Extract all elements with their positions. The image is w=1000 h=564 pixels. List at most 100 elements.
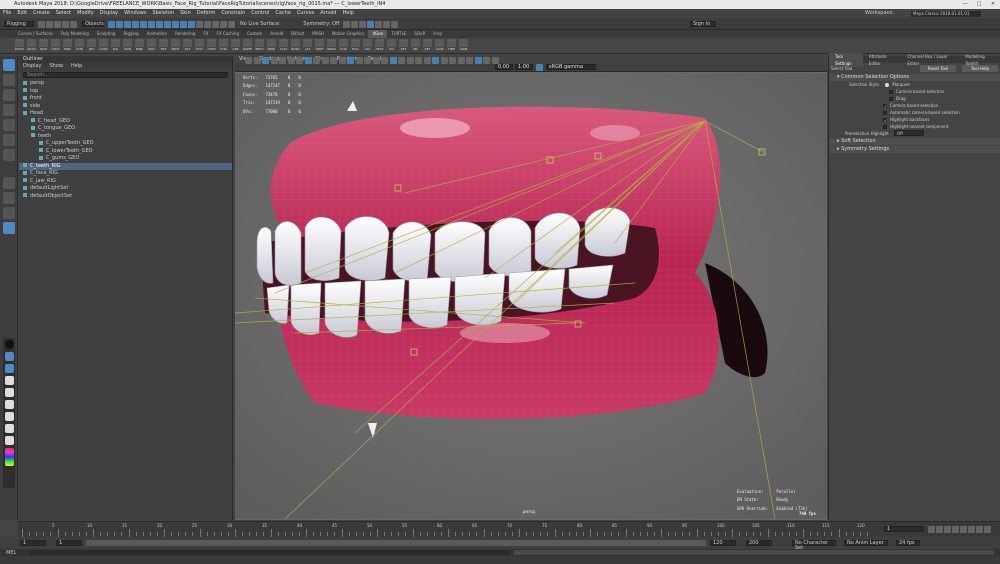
menu-control[interactable]: Control [251, 9, 269, 18]
history-icon[interactable] [343, 20, 351, 28]
viewport-toolbar-icon[interactable] [245, 57, 252, 64]
snap-surface-icon[interactable] [228, 20, 235, 28]
viewport-toolbar-icon[interactable] [262, 57, 269, 64]
anim-layer-select[interactable]: No Anim Layer [844, 540, 888, 546]
current-frame-field[interactable]: 1 [884, 526, 924, 532]
mask-curves-icon[interactable] [148, 20, 155, 28]
step-forward-frame-icon[interactable] [968, 526, 975, 533]
outliner-menu-show[interactable]: Show [49, 63, 63, 70]
viewport-toolbar-icon[interactable] [355, 57, 363, 64]
outliner-item[interactable]: C_tongue_GEO [19, 125, 232, 133]
menu-windows[interactable]: Windows [124, 9, 146, 18]
menu-cache[interactable]: Cache [275, 9, 291, 18]
paint-select-tool-icon[interactable] [2, 89, 15, 101]
four-view-icon[interactable] [2, 192, 15, 204]
marquee-radio[interactable] [885, 83, 890, 87]
viewport-toolbar-icon[interactable] [296, 57, 303, 64]
maximize-button[interactable]: □ [972, 0, 986, 9]
go-to-start-icon[interactable] [928, 526, 935, 533]
light-editor-icon[interactable] [391, 20, 399, 28]
workspace-select[interactable]: Maya Classic 2018.01.01.01 [911, 10, 981, 17]
viewport-scene[interactable]: persp [235, 73, 827, 519]
outliner-item[interactable]: C_gums_GEO [19, 155, 232, 163]
visibility-eye-icon[interactable] [4, 352, 14, 361]
step-forward-key-icon[interactable] [976, 526, 983, 533]
range-slider[interactable] [86, 540, 706, 546]
comb-icon[interactable] [4, 400, 14, 409]
shelf-button-zero[interactable]: ZERO [254, 38, 265, 52]
outliner-item[interactable]: defaultLightSet [19, 185, 232, 193]
character-set-select[interactable]: No Character Set [792, 540, 836, 551]
menu-file[interactable]: File [3, 9, 11, 18]
menuset-select[interactable]: Rigging [4, 21, 34, 27]
symmetry-settings-section[interactable]: ▸ Symmetry Settings [829, 146, 1000, 153]
viewport-toolbar-icon[interactable] [406, 57, 414, 64]
mask-rendering-icon[interactable] [180, 20, 187, 28]
shelf-tab-soup[interactable]: SOuP [410, 30, 429, 38]
shelf-button-grp[interactable]: GRP [230, 38, 241, 52]
viewport-toolbar-icon[interactable] [466, 57, 473, 64]
shelf-tab-poly-modeling[interactable]: Poly Modeling [57, 30, 93, 38]
outliner-menu-display[interactable]: Display [23, 63, 41, 70]
minimize-button[interactable]: — [958, 0, 972, 9]
shelf-button-wrap[interactable]: WRAP [326, 38, 337, 52]
shelf-button-cntr[interactable]: CNTR [206, 38, 217, 52]
outliner-item[interactable]: front [19, 95, 232, 103]
play-backward-icon[interactable] [952, 526, 959, 533]
select-by-component-icon[interactable] [124, 20, 131, 28]
outliner-menu-help[interactable]: Help [71, 63, 82, 70]
outliner-item[interactable]: teeth [19, 133, 232, 141]
shelf-tab-motion-graphics[interactable]: Motion Graphics [328, 30, 369, 38]
option-checkbox[interactable] [883, 125, 887, 129]
shelf-button-wire[interactable]: WIRE [314, 38, 325, 52]
shelf-button-piv[interactable]: PIV [386, 38, 397, 52]
persp-outliner-icon[interactable] [2, 222, 15, 234]
ipr-render-icon[interactable] [359, 20, 367, 28]
shelf-button-loc[interactable]: LOC [362, 38, 373, 52]
close-button[interactable]: ✕ [986, 0, 1000, 9]
shelf-button-prnt[interactable]: PRNT [170, 38, 181, 52]
mask-handles-icon[interactable] [132, 20, 139, 28]
menu-modify[interactable]: Modify [77, 9, 94, 18]
viewport-toolbar-icon[interactable] [270, 57, 278, 64]
shelf-tab-xgen[interactable]: XGen [368, 30, 388, 38]
viewport-toolbar-icon[interactable] [330, 57, 337, 64]
shelf-button-set[interactable]: SET [398, 38, 409, 52]
save-scene-icon[interactable] [54, 20, 61, 28]
ruler-icon[interactable] [4, 388, 14, 397]
mask-dynamics-icon[interactable] [172, 20, 179, 28]
shelf-button-ctrl[interactable]: CTRL [218, 38, 229, 52]
fps-select[interactable]: 24 fps [896, 540, 920, 546]
snap-view-icon[interactable] [220, 20, 227, 28]
outliner-item[interactable]: C_upperTeeth_GEO [19, 140, 232, 148]
shelf-button-mirr[interactable]: MIRR [266, 38, 277, 52]
lasso-tool-icon[interactable] [2, 74, 15, 86]
sign-in-button[interactable]: Sign In [690, 21, 716, 27]
shelf-button-disp[interactable]: DISP [38, 38, 49, 52]
outliner-view-icon[interactable] [2, 207, 15, 219]
rotate-tool-icon[interactable] [2, 119, 15, 131]
shelf-button-wgt[interactable]: WGT [146, 38, 157, 52]
command-input[interactable] [30, 550, 510, 555]
shelf-tab-animation[interactable]: Animation [143, 30, 171, 38]
outliner-item[interactable]: defaultObjectSet [19, 193, 232, 201]
selection-mask-select[interactable]: Objects [82, 21, 104, 27]
scissors-icon[interactable] [4, 412, 14, 421]
symmetry-label[interactable]: Symmetry: Off [303, 21, 339, 27]
menu-curves[interactable]: Curves [297, 9, 314, 18]
viewport-toolbar-icon[interactable] [253, 57, 261, 64]
select-tool-icon[interactable] [2, 59, 15, 71]
viewport-toolbar-icon[interactable] [457, 57, 465, 64]
step-back-frame-icon[interactable] [944, 526, 951, 533]
shelf-button-help[interactable]: HELP [374, 38, 385, 52]
option-checkbox[interactable] [889, 97, 893, 101]
mask-surfaces-icon[interactable] [156, 20, 163, 28]
viewport-toolbar-icon[interactable] [287, 57, 295, 64]
step-back-key-icon[interactable] [936, 526, 943, 533]
shelf-button-key[interactable]: KEY [422, 38, 433, 52]
hypershade-icon[interactable] [375, 20, 383, 28]
viewport-toolbar-icon[interactable] [338, 57, 346, 64]
shelf-button-lat[interactable]: LAT [302, 38, 313, 52]
play-forward-icon[interactable] [960, 526, 967, 533]
shelf-tab-rigging[interactable]: Rigging [119, 30, 142, 38]
